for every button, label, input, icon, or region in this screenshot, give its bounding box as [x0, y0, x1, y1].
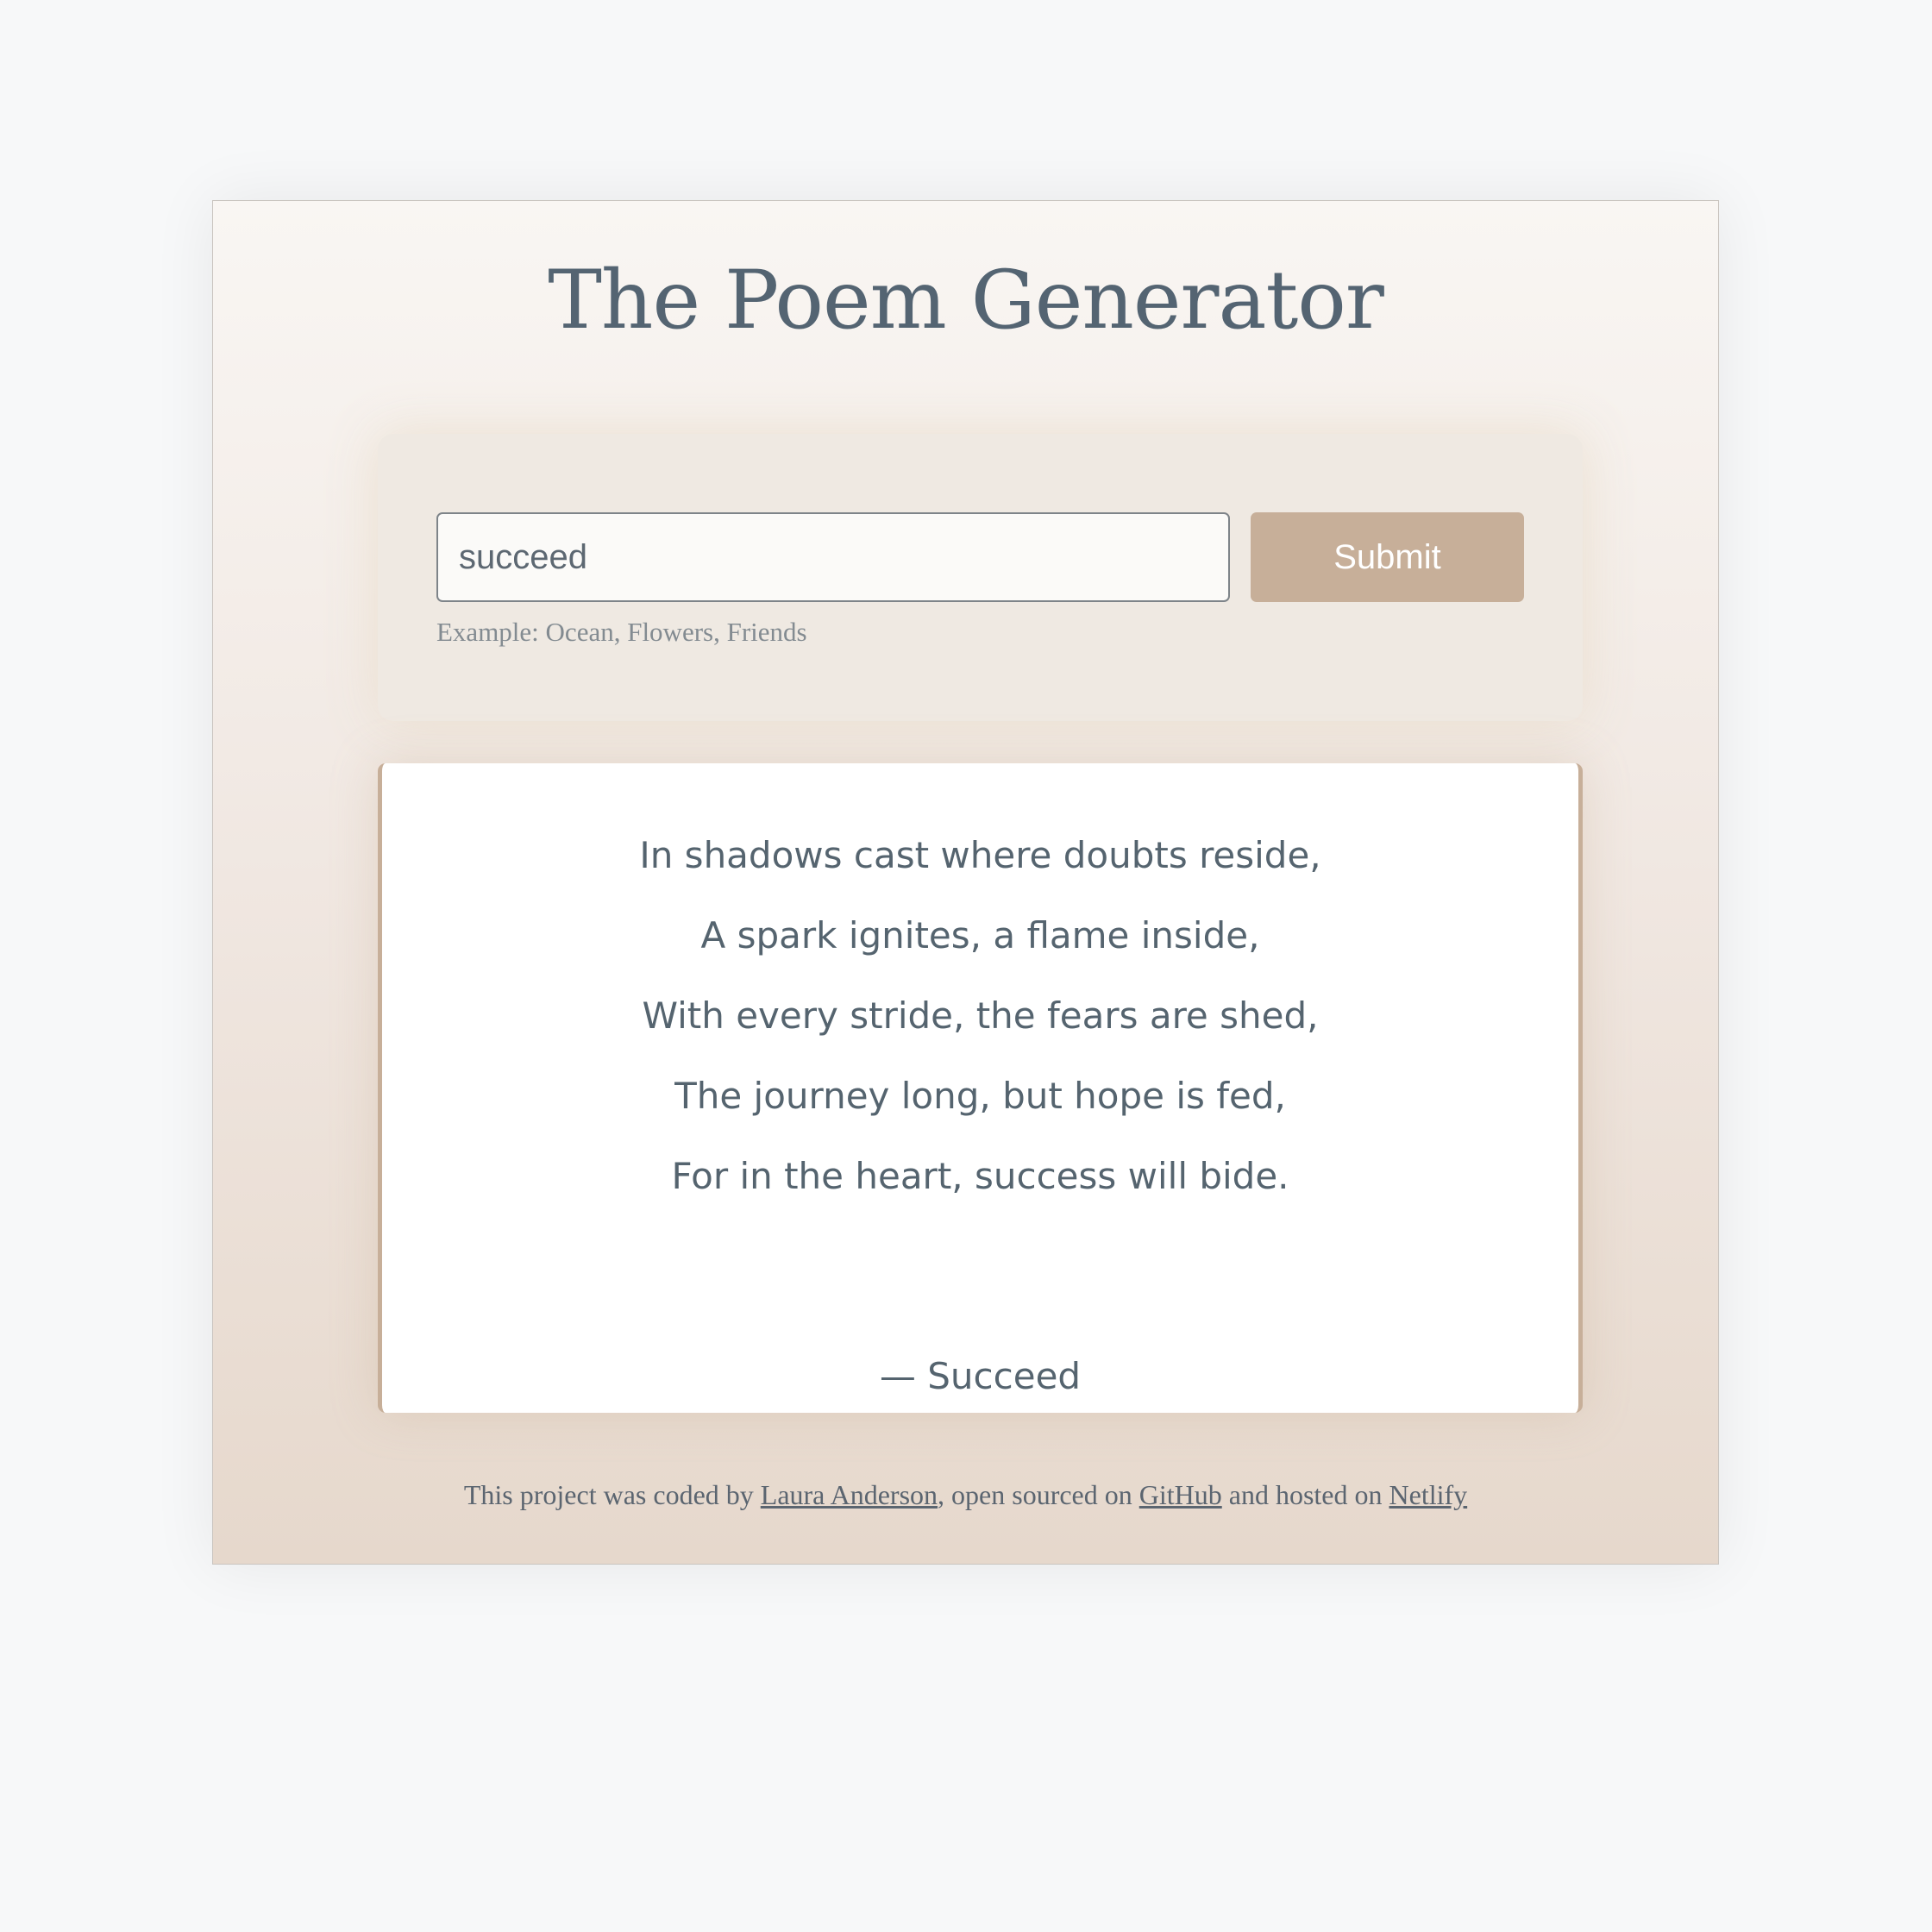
poem-line: The journey long, but hope is fed,: [674, 1075, 1286, 1117]
footer-text: This project was coded by: [463, 1479, 761, 1510]
input-hint: Example: Ocean, Flowers, Friends: [436, 617, 807, 647]
submit-button[interactable]: Submit: [1251, 512, 1524, 602]
poem-lines: In shadows cast where doubts reside, A s…: [382, 815, 1578, 1216]
footer-text: , open sourced on: [938, 1479, 1139, 1510]
poem-line: For in the heart, success will bide.: [671, 1155, 1289, 1197]
search-input[interactable]: [436, 512, 1230, 602]
poem-box: In shadows cast where doubts reside, A s…: [378, 763, 1583, 1413]
poem-line: With every stride, the fears are shed,: [642, 994, 1319, 1037]
poem-signature: — Succeed: [879, 1355, 1082, 1397]
poem-line: In shadows cast where doubts reside,: [639, 834, 1321, 876]
netlify-link[interactable]: Netlify: [1389, 1479, 1468, 1510]
app-card: The Poem Generator Submit Example: Ocean…: [212, 200, 1719, 1565]
github-link[interactable]: GitHub: [1139, 1479, 1222, 1510]
footer: This project was coded by Laura Anderson…: [213, 1479, 1718, 1511]
poem-line: A spark ignites, a flame inside,: [700, 914, 1260, 957]
footer-text: and hosted on: [1221, 1479, 1389, 1510]
search-panel: Submit Example: Ocean, Flowers, Friends: [378, 434, 1583, 721]
author-link[interactable]: Laura Anderson: [761, 1479, 938, 1510]
page-title: The Poem Generator: [548, 254, 1384, 348]
